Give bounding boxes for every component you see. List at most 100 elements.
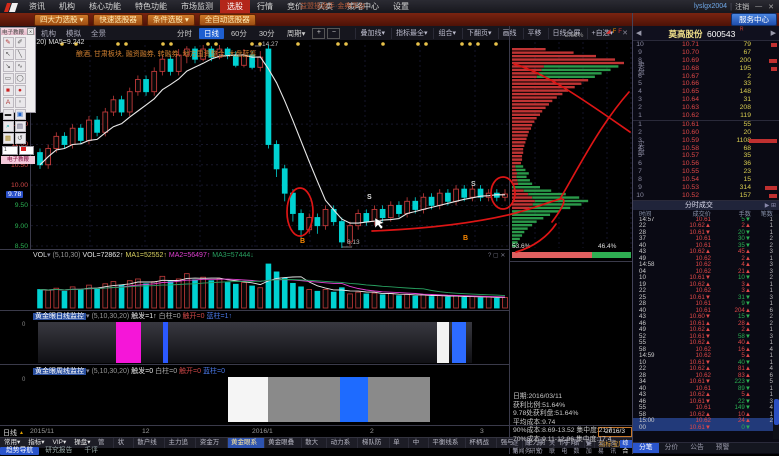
ellipse-icon[interactable]: ◯ xyxy=(15,73,26,84)
template-tab-单阳[interactable]: 单阳 xyxy=(390,438,410,448)
info-tab-研究[interactable]: 研究 xyxy=(527,448,544,456)
info-tab-指数[interactable]: 指数 xyxy=(571,440,583,448)
toolbar-button-叠加线[interactable]: 叠加线▾ xyxy=(355,28,389,39)
quote-tab-分笔[interactable]: 分笔 xyxy=(633,443,659,453)
period-分时[interactable]: 分时 xyxy=(172,28,197,39)
template-tab-中轨[interactable]: 中轨 xyxy=(409,438,429,448)
minimize-button[interactable]: — xyxy=(755,3,762,10)
polyline-icon[interactable]: ∿ xyxy=(15,61,26,72)
indicator2-header[interactable]: 黄金眼日线监控▾ (5,10,30,20) 触发=1↑ 白柱=0 触开=0 蓝柱… xyxy=(33,311,232,321)
info-tab-资讯[interactable]: 资讯 xyxy=(608,440,620,448)
toolbar-tab-机构[interactable]: 机构 xyxy=(36,28,61,39)
order-book-row[interactable]: 810.5415 xyxy=(633,176,779,184)
logout-link[interactable]: 注销 xyxy=(735,2,749,12)
ribbon-button-条件选股[interactable]: 条件选股 ▾ xyxy=(147,14,195,26)
menu-item-设置[interactable]: 设置 xyxy=(386,0,416,13)
order-book-row[interactable]: 610.672 xyxy=(633,73,779,81)
menu-item-核心功能[interactable]: 核心功能 xyxy=(82,0,128,13)
template-tab-杯柄战法[interactable]: 杯柄战法 xyxy=(466,438,497,448)
toolbar-button-平移[interactable]: 平移 xyxy=(523,28,546,39)
chip-panel-icons[interactable]: ◢ F F xyxy=(606,28,622,35)
order-book-row[interactable]: 510.6633 xyxy=(633,80,779,88)
template-tab-黄金眼叠加[interactable]: 黄金眼叠加 xyxy=(265,438,302,448)
color-select[interactable] xyxy=(19,146,35,155)
template-tab-主力追踪[interactable]: 主力追踪 xyxy=(165,438,196,448)
order-book-row[interactable]: 910.7067 xyxy=(633,49,779,57)
flag2-icon[interactable]: F xyxy=(618,29,622,35)
palette-title-bar[interactable]: 电子教鞭 ✕ xyxy=(1,28,35,35)
pen-tool-icon[interactable]: ◢ xyxy=(606,28,611,35)
chip-distribution-chart[interactable] xyxy=(510,40,632,252)
palette-close-icon[interactable]: ✕ xyxy=(27,28,34,35)
info-tab-逐笔[interactable]: 逐笔 xyxy=(510,440,522,448)
nil-icon[interactable]: ⁿ xyxy=(15,97,26,108)
template-tab-平衡线系统[interactable]: 平衡线系统 xyxy=(429,438,466,448)
next-stock-icon[interactable]: ▶ xyxy=(768,29,779,37)
save-icon[interactable]: ▤ xyxy=(15,121,26,132)
panel-control-icons[interactable]: ? ▢ ✕ xyxy=(488,252,505,259)
quote-tab-分价[interactable]: 分价 xyxy=(659,443,685,453)
info-tab-交易[interactable]: 交易 xyxy=(595,440,607,448)
period-30分[interactable]: 30分 xyxy=(254,28,280,39)
order-book-row[interactable]: 510.5735 xyxy=(633,152,779,160)
scrollbar-track[interactable] xyxy=(773,214,779,439)
zoom-icon[interactable]: ⌕ xyxy=(3,121,14,132)
prev-stock-icon[interactable]: ◀ xyxy=(633,29,644,37)
info-tab-关联[interactable]: 关联 xyxy=(547,440,559,448)
menu-item-行情[interactable]: 行情 xyxy=(250,0,280,13)
period-60分[interactable]: 60分 xyxy=(226,28,252,39)
scrollbar-thumb[interactable] xyxy=(774,399,779,425)
line-icon[interactable]: ╲ xyxy=(15,49,26,60)
toolbar-tab-全景[interactable]: 全景 xyxy=(86,28,111,39)
order-book-row[interactable]: 110.6155 xyxy=(633,121,779,129)
template-tab-状态[interactable]: 状态 xyxy=(114,438,134,448)
order-book-row[interactable]: 1010.7179 xyxy=(633,41,779,49)
template-tab-梯队防线[interactable]: 梯队防线 xyxy=(358,438,389,448)
info-tab-综合[interactable]: 综合 xyxy=(620,440,632,448)
image-icon[interactable]: ▣ xyxy=(15,109,26,120)
info-tab-闪电[interactable]: 闪电 xyxy=(559,440,571,448)
template-tab-资金万能[interactable]: 资金万能 xyxy=(196,438,227,448)
order-book-row[interactable]: 210.6020 xyxy=(633,129,779,137)
template-tab-散大户[interactable]: 散大户 xyxy=(302,438,327,448)
zoom-out-button[interactable]: − xyxy=(327,28,340,39)
marker-icon[interactable]: ✐ xyxy=(15,37,26,48)
template-tab-黄金眼系统[interactable]: 黄金眼系统 xyxy=(228,438,265,448)
vol-name[interactable]: VOL xyxy=(33,252,47,259)
close-button[interactable]: ✕ xyxy=(768,3,774,11)
zoom-in-button[interactable]: + xyxy=(312,28,325,39)
drawing-palette[interactable]: 电子教鞭 ✕ ✎✐↖╲↘∿▭◯■●Aⁿ▬▣⌕▤▦↺ 1 电子教鞭 xyxy=(0,27,36,113)
order-book-row[interactable]: 110.62119 xyxy=(633,112,779,120)
toolbar-button-下翻页[interactable]: 下翻页▾ xyxy=(462,28,496,39)
order-book-row[interactable]: 310.591108 xyxy=(633,137,779,145)
info-tab-新闻[interactable]: 新闻 xyxy=(510,448,527,456)
flag-icon[interactable]: F xyxy=(613,29,617,35)
template-tab-动力系统[interactable]: 动力系统 xyxy=(327,438,358,448)
undo-icon[interactable]: ↺ xyxy=(15,133,26,144)
vol-panel-header[interactable]: VOL▾ (5,10,30) VOL=72862↑ MA1=52552↑ MA2… xyxy=(33,251,254,259)
order-book-row[interactable]: 1010.52157 xyxy=(633,192,779,200)
filled-rect-icon[interactable]: ■ xyxy=(3,85,14,96)
rect-icon[interactable]: ▭ xyxy=(3,73,14,84)
indicator3-name[interactable]: 黄金眼周线监控 xyxy=(33,368,86,375)
indicator3-header[interactable]: 黄金眼周线监控▾ (5,10,30,20) 触发=0 白柱=0 触开=0 蓝柱=… xyxy=(33,366,225,376)
folder-icon[interactable]: ▦ xyxy=(3,133,14,144)
menu-item-市场监测[interactable]: 市场监测 xyxy=(174,0,220,13)
order-book-row[interactable]: 410.65148 xyxy=(633,88,779,96)
tick-row[interactable]: 0010.61▼0▼ xyxy=(633,425,779,432)
ribbon-button-四大力选股[interactable]: 四大力选股 ▾ xyxy=(34,14,89,26)
template-tab-散户线类[interactable]: 散户线类 xyxy=(134,438,165,448)
quote-tab-预警[interactable]: 预警 xyxy=(710,443,736,453)
pointer-icon[interactable]: ↖ xyxy=(3,49,14,60)
thick-line-icon[interactable]: ▬ xyxy=(3,109,14,120)
period-周期▾[interactable]: 周期▾ xyxy=(282,28,311,39)
toolbar-button-组合[interactable]: 组合▾ xyxy=(433,28,460,39)
info-tab-分价[interactable]: 分价 xyxy=(534,440,546,448)
pencil-icon[interactable]: ✎ xyxy=(3,37,14,48)
order-book-row[interactable]: 910.53314 xyxy=(633,184,779,192)
order-book-row[interactable]: 210.63208 xyxy=(633,104,779,112)
info-tab-财务[interactable]: 财务 xyxy=(522,440,534,448)
toolbar-tab-模拟[interactable]: 模拟 xyxy=(61,28,86,39)
order-book-row[interactable]: 610.5636 xyxy=(633,160,779,168)
menu-item-选股[interactable]: 选股 xyxy=(220,0,250,13)
